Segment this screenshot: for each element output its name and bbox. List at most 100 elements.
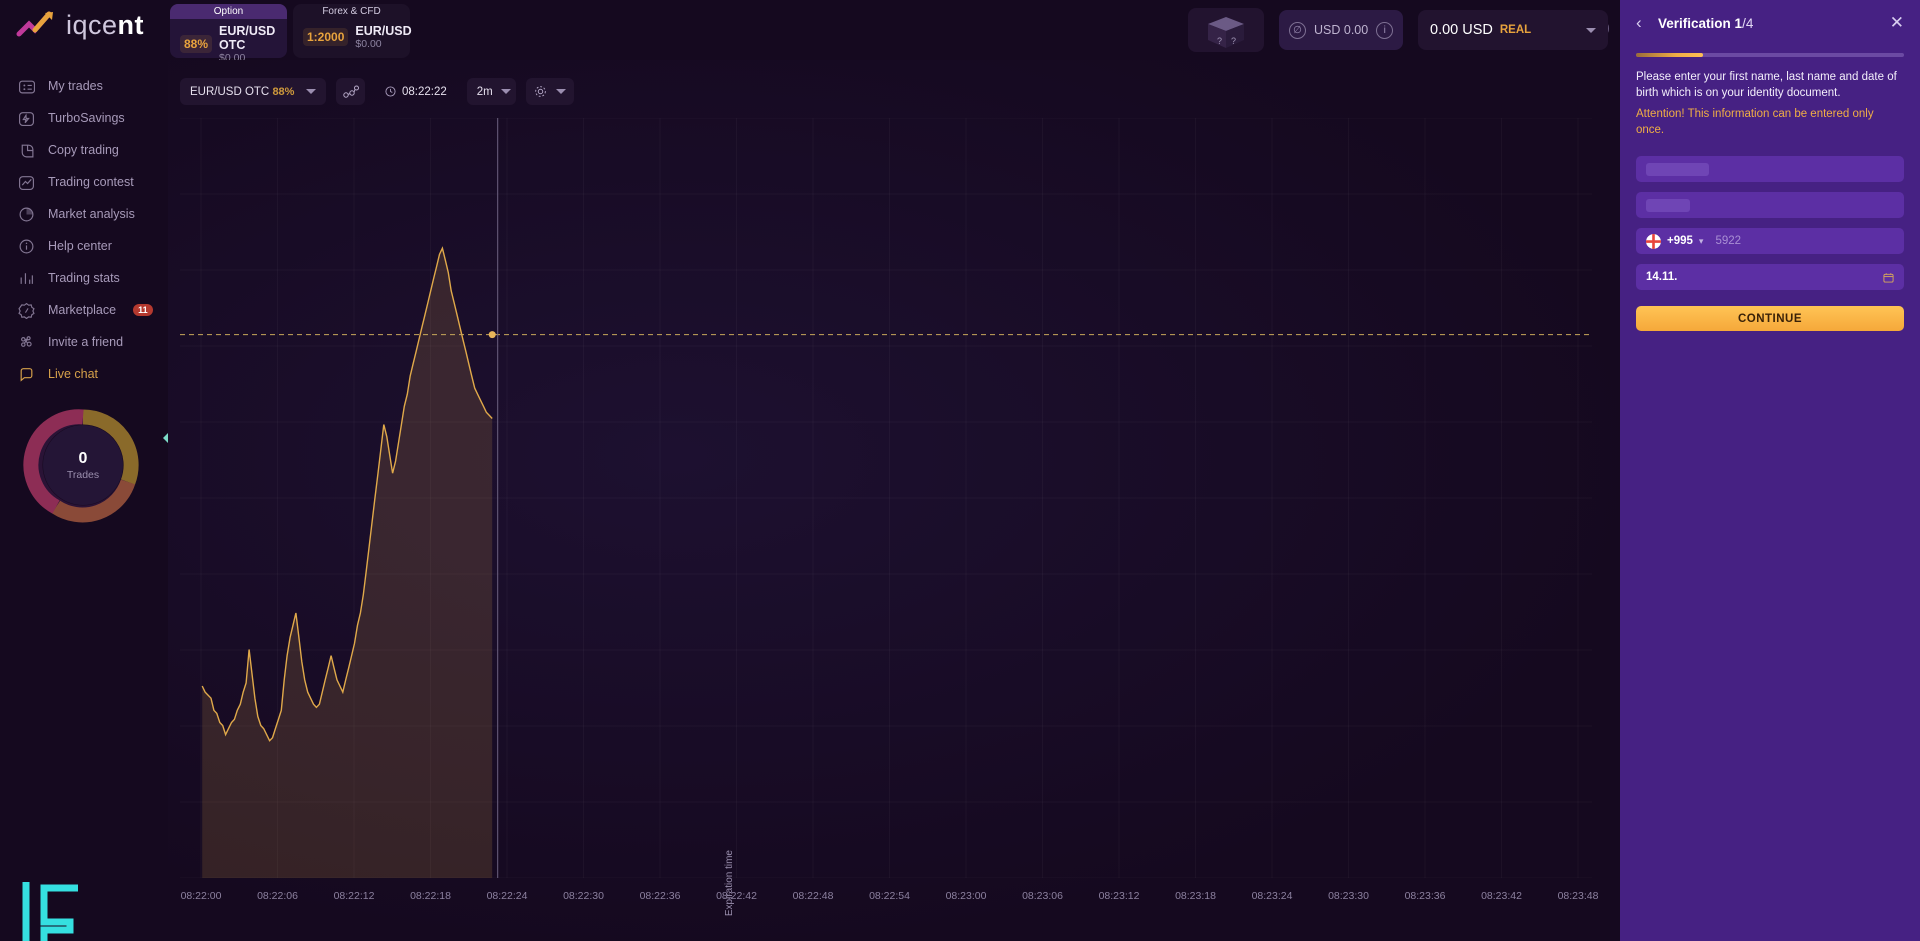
sidebar-item-live-chat[interactable]: Live chat (0, 358, 168, 390)
chevron-down-icon[interactable] (1586, 27, 1596, 33)
asset-tab-label[interactable]: Option (170, 4, 287, 19)
pie-chart-icon (19, 207, 34, 221)
sidebar-item-label: Invite a friend (48, 335, 124, 349)
x-axis-tick: 08:22:30 (563, 890, 604, 902)
bar-chart-icon (20, 272, 33, 284)
phone-number-input[interactable]: 5922 (1715, 235, 1741, 247)
x-axis-tick: 08:23:24 (1251, 890, 1293, 902)
sidebar-item-copy-trading[interactable]: Copy trading (0, 134, 168, 166)
svg-text:?: ? (1231, 36, 1236, 46)
continue-button[interactable]: CONTINUE (1636, 306, 1904, 332)
x-axis-tick: 08:22:54 (869, 890, 910, 902)
sidebar-item-my-trades[interactable]: My trades (0, 70, 168, 102)
sidebar-item-label: TurboSavings (48, 111, 125, 125)
brand-name: iqcent (66, 10, 144, 41)
sidebar-item-label: Trading contest (48, 175, 134, 189)
top-bar: iqcent Option 88% EUR/USD OTC $0.00 Fore… (0, 0, 1620, 64)
bolt-icon (19, 111, 34, 126)
sidebar-item-label: Marketplace (48, 303, 117, 317)
phone-field[interactable]: +995 ▾ 5922 (1636, 228, 1904, 255)
sidebar-item-trading-contest[interactable]: Trading contest (0, 166, 168, 198)
trades-donut-widget[interactable]: 0 Trades (18, 400, 148, 530)
sidebar-item-label: Copy trading (48, 143, 119, 157)
sidebar-nav: My trades TurboSavings Copy trading Trading… (0, 60, 168, 390)
mystery-box-button[interactable]: ? ? (1188, 8, 1264, 52)
verification-description: Please enter your first name, last name … (1636, 71, 1897, 99)
demo-balance[interactable]: ∅ USD 0.00 i (1279, 10, 1404, 50)
info-icon[interactable]: i (1376, 21, 1394, 39)
chart-arrow-logo-icon (16, 11, 53, 37)
clock-icon (385, 86, 396, 97)
asset-payout-badge: 88% (180, 35, 213, 53)
date-of-birth-value: 14.11. (1646, 271, 1678, 284)
sidebar-item-trading-stats[interactable]: Trading stats (0, 262, 168, 294)
sidebar-item-marketplace[interactable]: Marketplace 11 (0, 294, 168, 326)
x-axis-tick: 08:23:06 (1022, 890, 1063, 902)
chevron-down-icon[interactable] (555, 89, 566, 94)
sidebar-item-market-analysis[interactable]: Market analysis (0, 198, 168, 230)
timeframe-value: 2m (476, 85, 493, 98)
asset-leverage-badge: 1:2000 (303, 28, 349, 46)
x-axis-tick: 08:23:42 (1481, 890, 1522, 902)
real-balance-amount: 0.00 USD (1430, 22, 1493, 38)
x-axis-tick: 08:22:42 (716, 890, 757, 902)
trades-count: 0 (78, 449, 88, 467)
calendar-icon[interactable] (1883, 272, 1894, 283)
last-name-field[interactable] (1636, 192, 1904, 219)
indicators-button[interactable] (336, 78, 365, 105)
asset-name: EUR/USD OTC (219, 24, 276, 52)
chart-last-price-dot (488, 331, 496, 339)
sidebar-item-label: Market analysis (48, 207, 135, 221)
demo-balance-label: USD 0.00 (1314, 23, 1369, 37)
verification-header: ‹ Verification 1/4 ✕ (1636, 6, 1904, 40)
verification-warning: Attention! This information can be enter… (1636, 108, 1874, 136)
verification-total: /4 (1742, 15, 1754, 31)
x-axis-tick: 08:22:12 (333, 890, 375, 902)
sidebar-item-label: Live chat (48, 367, 99, 381)
asset-amount: $0.00 (355, 38, 382, 50)
chevron-down-icon[interactable]: ▾ (1699, 236, 1704, 247)
sidebar: My trades TurboSavings Copy trading Trading… (0, 60, 169, 941)
asset-card-forex[interactable]: Forex & CFD 1:2000 EUR/USD $0.00 (293, 4, 412, 58)
asset-select-dropdown[interactable]: EUR/USD OTC 88% (180, 78, 326, 105)
chart-x-axis: 08:22:00 08:22:06 08:22:12 08:22:18 08:22:24… (180, 882, 1599, 912)
sidebar-item-help-center[interactable]: Help center (0, 230, 168, 262)
verification-progress-bar (1636, 53, 1904, 57)
x-axis-tick: 08:22:36 (639, 890, 681, 902)
svg-text:?: ? (1217, 36, 1222, 46)
sidebar-item-badge: 11 (133, 304, 153, 316)
chart-settings-dropdown[interactable] (525, 78, 574, 105)
gear-icon (534, 86, 546, 97)
first-name-field[interactable] (1636, 156, 1904, 183)
chart-toolbar: EUR/USD OTC 88% 08:22:22 2m (180, 78, 574, 105)
x-axis-tick: 08:22:00 (180, 890, 222, 902)
close-icon[interactable]: ✕ (1890, 13, 1904, 33)
phone-country-code: +995 (1667, 235, 1693, 248)
back-button[interactable]: ‹ (1636, 13, 1652, 33)
x-axis-tick: 08:23:48 (1557, 890, 1599, 902)
trades-label: Trades (66, 468, 100, 481)
mystery-box-icon: ? ? (1208, 17, 1244, 48)
asset-card-option[interactable]: Option 88% EUR/USD OTC $0.00 (170, 4, 287, 64)
x-axis-tick: 08:22:18 (410, 890, 451, 902)
chart-area: EUR/USD OTC 88% 08:22:22 2m Expiration t… (168, 60, 1620, 941)
asset-tab-label[interactable]: Forex & CFD (293, 4, 410, 19)
real-balance-selector[interactable]: 0.00 USD REAL (1418, 10, 1608, 50)
sidebar-item-turbosavings[interactable]: TurboSavings (0, 102, 168, 134)
chevron-down-icon[interactable] (306, 89, 316, 94)
timeframe-dropdown[interactable]: 2m (466, 78, 516, 105)
asset-select-name: EUR/USD OTC (190, 85, 270, 98)
sidebar-item-invite-a-friend[interactable]: Invite a friend (0, 326, 168, 358)
brand-logo[interactable]: iqcent (16, 8, 144, 42)
friends-icon (21, 335, 32, 347)
price-chart[interactable] (180, 118, 1592, 878)
chart-area-fill (202, 248, 493, 878)
x-axis-tick: 08:22:48 (792, 890, 834, 902)
verification-step: 1 (1734, 15, 1743, 31)
date-of-birth-field[interactable]: 14.11. (1636, 264, 1904, 291)
x-axis-tick: 08:22:24 (486, 890, 528, 902)
chevron-down-icon[interactable] (500, 89, 511, 94)
x-axis-tick: 08:23:12 (1098, 890, 1140, 902)
server-time: 08:22:22 (402, 85, 447, 98)
x-axis-tick: 08:23:18 (1175, 890, 1216, 902)
